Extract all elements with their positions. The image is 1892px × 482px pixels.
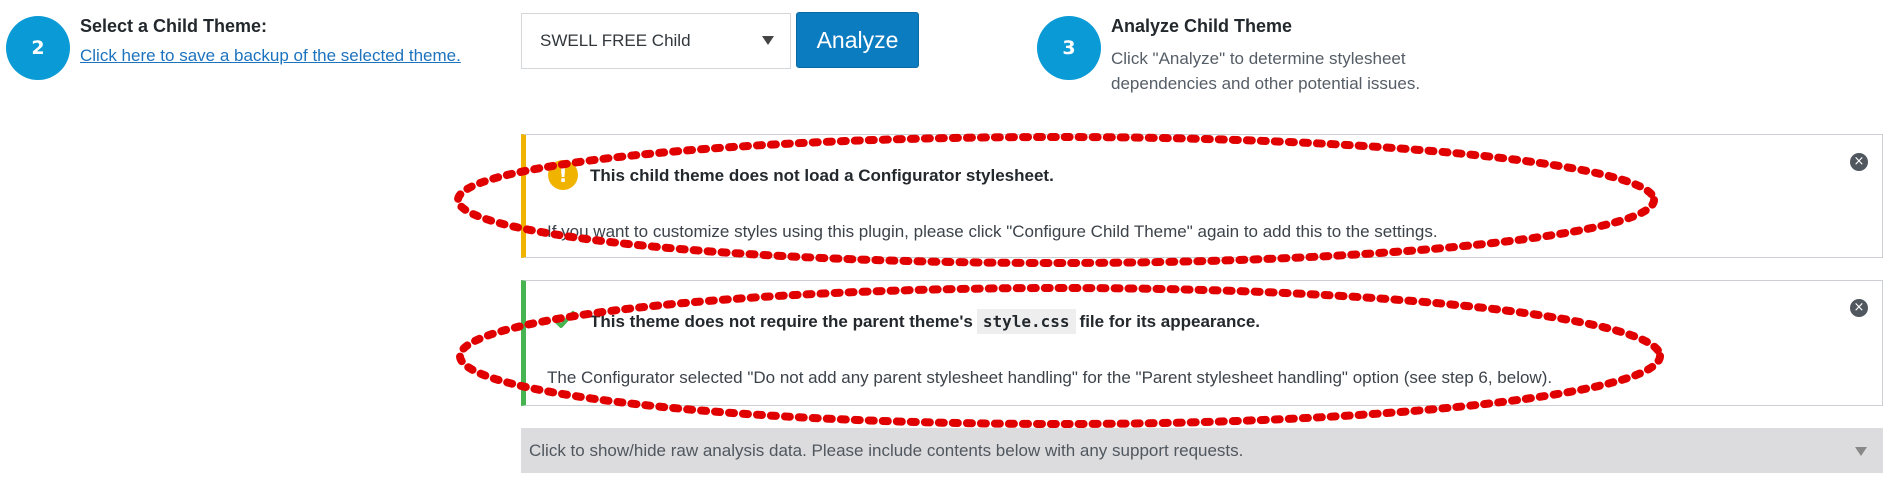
backup-theme-link[interactable]: Click here to save a backup of the selec… [80, 46, 461, 66]
step-3-description: Click "Analyze" to determine stylesheet … [1111, 49, 1421, 93]
style-css-code: style.css [976, 309, 1076, 334]
warning-notice-body: If you want to customize styles using th… [547, 222, 1438, 241]
success-notice-body: The Configurator selected "Do not add an… [547, 368, 1553, 387]
chevron-down-icon [1855, 447, 1867, 456]
step-3-title: Analyze Child Theme [1111, 16, 1293, 36]
step-2-badge: 2 [6, 16, 70, 80]
step-2-title: Select a Child Theme: [80, 16, 268, 36]
success-notice-title-start: This theme does not require the parent t… [590, 312, 973, 331]
warning-notice-title: This child theme does not load a Configu… [590, 166, 1054, 185]
dismiss-icon[interactable]: × [1850, 299, 1868, 317]
raw-analysis-toggle[interactable]: Click to show/hide raw analysis data. Pl… [521, 428, 1883, 473]
child-theme-select-value: SWELL FREE Child [540, 31, 691, 50]
dismiss-icon[interactable]: × [1850, 153, 1868, 171]
child-theme-select[interactable]: SWELL FREE Child [521, 13, 791, 69]
raw-analysis-toggle-label: Click to show/hide raw analysis data. Pl… [529, 440, 1244, 460]
success-notice-title: This theme does not require the parent t… [590, 309, 1260, 334]
exclamation-icon: ! [548, 160, 578, 190]
success-notice-title-end: file for its appearance. [1079, 312, 1260, 331]
checkmark-icon [553, 311, 575, 328]
analyze-button[interactable]: Analyze [796, 12, 919, 68]
step-3-badge: 3 [1037, 16, 1101, 80]
warning-notice: ! This child theme does not load a Confi… [521, 134, 1883, 258]
success-notice: This theme does not require the parent t… [521, 280, 1883, 406]
chevron-down-icon [762, 36, 774, 45]
